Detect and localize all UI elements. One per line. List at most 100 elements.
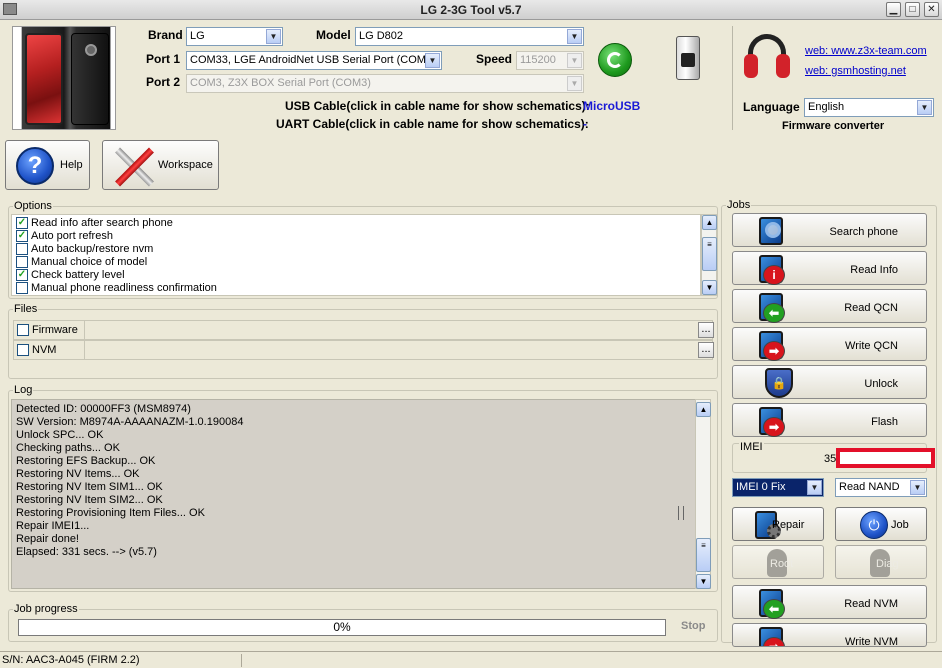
read-qcn-button[interactable]: ⬅ Read QCN — [732, 289, 927, 323]
log-scrollbar[interactable]: ▲ ≡ ▼ — [695, 399, 711, 589]
progress-bar: 0% — [18, 619, 666, 636]
nvm-path-field[interactable] — [84, 341, 698, 359]
headphones-icon — [744, 34, 790, 80]
close-button[interactable]: ✕ — [924, 2, 939, 17]
root-button[interactable]: Root — [732, 545, 824, 579]
imei-title: IMEI — [739, 441, 764, 453]
flash-label: Flash — [871, 416, 898, 428]
nvm-checkbox[interactable] — [17, 344, 29, 356]
scroll-up-icon[interactable]: ▲ — [702, 215, 717, 230]
window-title: LG 2-3G Tool v5.7 — [420, 3, 522, 17]
scroll-down-icon[interactable]: ▼ — [696, 574, 711, 589]
power-icon: ⏻ — [860, 511, 888, 539]
log-line: Restoring NV Item SIM1... OK — [16, 481, 163, 493]
option-checkbox[interactable]: ✓ — [16, 217, 28, 229]
uart-cable-link[interactable]: - — [583, 117, 587, 131]
log-line: Elapsed: 331 secs. --> (v5.7) — [16, 546, 157, 558]
log-line: Restoring EFS Backup... OK — [16, 455, 156, 467]
repair-button[interactable]: Repair — [732, 507, 824, 541]
chevron-down-icon: ▼ — [425, 53, 440, 68]
option-label: Read info after search phone — [31, 217, 173, 229]
flash-button[interactable]: ➡ Flash — [732, 403, 927, 437]
phone-screen-graphic — [25, 33, 63, 125]
refresh-ports-icon[interactable] — [598, 43, 632, 77]
phone-image — [12, 26, 116, 130]
job-label: Job — [891, 519, 909, 531]
language-label: Language — [743, 100, 800, 114]
stop-button[interactable]: Stop — [681, 620, 705, 632]
diag-label: Diag — [876, 558, 899, 570]
help-button[interactable]: ? Help — [5, 140, 90, 190]
tools-icon — [111, 145, 157, 189]
firmware-converter-link[interactable]: Firmware converter — [782, 120, 884, 132]
nvm-browse-button[interactable]: ... — [698, 342, 714, 358]
web-link-gsmhosting[interactable]: web: gsmhosting.net — [805, 65, 906, 77]
web-link-z3x[interactable]: web: www.z3x-team.com — [805, 45, 927, 57]
read-nand-select[interactable]: Read NAND ▼ — [835, 478, 927, 497]
model-value: LG D802 — [359, 30, 404, 42]
log-line: Restoring Provisioning Item Files... OK — [16, 507, 205, 519]
options-list: ✓ Read info after search phone ✓ Auto po… — [11, 214, 701, 296]
option-checkbox[interactable] — [16, 282, 28, 294]
options-scrollbar[interactable]: ▲ ≡ ▼ — [701, 214, 717, 296]
progress-text: 0% — [333, 620, 351, 634]
root-label: Root — [770, 558, 794, 570]
maximize-button[interactable]: □ — [905, 2, 920, 17]
read-qcn-label: Read QCN — [844, 302, 898, 314]
diag-button[interactable]: Diag — [835, 545, 927, 579]
arrow-right-icon: ➡ — [763, 341, 785, 361]
read-nvm-label: Read NVM — [844, 598, 898, 610]
header-separator — [732, 26, 733, 130]
magnifier-icon — [765, 222, 781, 238]
port2-label: Port 2 — [146, 75, 181, 89]
scroll-thumb[interactable]: ≡ — [702, 237, 717, 271]
option-checkbox[interactable]: ✓ — [16, 269, 28, 281]
write-qcn-button[interactable]: ➡ Write QCN — [732, 327, 927, 361]
read-nvm-button[interactable]: ⬅ Read NVM — [732, 585, 927, 619]
read-nand-value: Read NAND — [839, 481, 900, 493]
usb-cable-link[interactable]: MicroUSB — [583, 99, 640, 113]
imei-fix-select[interactable]: IMEI 0 Fix ▼ — [732, 478, 824, 497]
scroll-thumb[interactable]: ≡ — [696, 538, 711, 572]
log-line: Repair IMEI1... — [16, 520, 90, 532]
model-select[interactable]: LG D802 ▼ — [355, 27, 584, 46]
language-select[interactable]: English ▼ — [804, 98, 934, 117]
port1-select[interactable]: COM33, LGE AndroidNet USB Serial Port (C… — [186, 51, 442, 70]
job-button[interactable]: ⏻ Job — [835, 507, 927, 541]
scroll-down-icon[interactable]: ▼ — [702, 280, 717, 295]
brand-select[interactable]: LG ▼ — [186, 27, 283, 46]
text-cursor-icon — [678, 506, 684, 520]
firmware-browse-button[interactable]: ... — [698, 322, 714, 338]
firmware-path-field[interactable] — [84, 321, 698, 339]
unlock-label: Unlock — [864, 378, 898, 390]
read-info-button[interactable]: i Read Info — [732, 251, 927, 285]
jobs-title: Jobs — [726, 199, 752, 211]
repair-label: Repair — [772, 519, 805, 531]
search-phone-button[interactable]: Search phone — [732, 213, 927, 247]
language-value: English — [808, 101, 845, 113]
options-group: Options ✓ Read info after search phone ✓… — [8, 200, 718, 299]
chevron-down-icon: ▼ — [910, 480, 925, 495]
option-label: Check battery level — [31, 269, 125, 281]
log-text-area[interactable]: Detected ID: 00000FF3 (MSM8974) SW Versi… — [11, 399, 697, 589]
imei-value[interactable]: 35 — [824, 453, 836, 465]
scroll-up-icon[interactable]: ▲ — [696, 402, 711, 417]
write-nvm-button[interactable]: ➡ Write NVM — [732, 623, 927, 647]
workspace-button[interactable]: Workspace — [102, 140, 219, 190]
option-label: Auto port refresh — [31, 230, 113, 242]
z3x-box-icon[interactable] — [676, 36, 700, 80]
unlock-button[interactable]: 🔒 Unlock — [732, 365, 927, 399]
status-bar: S/N: AAC3-A045 (FIRM 2.2) — [0, 651, 942, 668]
minimize-button[interactable]: ▁ — [886, 2, 901, 17]
port2-select[interactable]: COM3, Z3X BOX Serial Port (COM3) ▼ — [186, 74, 584, 93]
option-checkbox[interactable] — [16, 243, 28, 255]
firmware-label: Firmware — [32, 324, 78, 336]
option-checkbox[interactable] — [16, 256, 28, 268]
speed-select[interactable]: 115200 ▼ — [516, 51, 584, 70]
option-checkbox[interactable]: ✓ — [16, 230, 28, 242]
log-group: Log Detected ID: 00000FF3 (MSM8974) SW V… — [8, 384, 718, 592]
firmware-checkbox[interactable] — [17, 324, 29, 336]
log-line: Restoring NV Items... OK — [16, 468, 140, 480]
imei-fix-value: IMEI 0 Fix — [736, 481, 786, 493]
log-line: Unlock SPC... OK — [16, 429, 104, 441]
